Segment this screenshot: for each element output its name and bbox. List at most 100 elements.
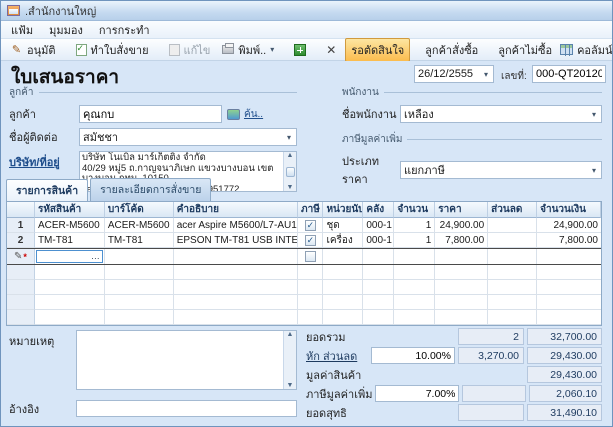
table-row: 2 TM-T81 TM-T81 EPSON TM-T81 USB INTERF.… <box>7 233 601 248</box>
grid-new-row: ✎ * … <box>7 248 601 265</box>
note-scrollbar[interactable]: ▲ ▼ <box>283 331 296 389</box>
tax-checkbox[interactable] <box>305 251 316 262</box>
product-code-input[interactable]: … <box>36 250 103 263</box>
customer-name-input[interactable] <box>79 105 222 123</box>
tab-sales-detail[interactable]: รายละเอียดการสั่งขาย <box>90 178 211 201</box>
columns-button[interactable]: ลูกค้าไม่ซื้อ คอลัมน์ ▾ <box>493 39 613 61</box>
grand-total-label: ยอดรวม <box>306 328 368 346</box>
make-sales-order-button[interactable]: ทำใบสั่งขาย <box>71 39 154 61</box>
cell-barcode[interactable]: TM-T81 <box>105 233 174 248</box>
menu-view[interactable]: มุมมอง <box>41 19 91 41</box>
employee-name-select[interactable]: เหลือง ▾ <box>400 105 602 123</box>
document-number-input[interactable] <box>532 65 606 83</box>
cell-warehouse[interactable]: 000-1 <box>363 233 394 248</box>
cell-unit[interactable] <box>323 249 363 264</box>
lookup-ellipsis-button[interactable]: … <box>89 252 102 261</box>
cell-description[interactable]: EPSON TM-T81 USB INTERF... <box>174 233 299 248</box>
col-barcode[interactable]: บาร์โค้ด <box>105 202 174 218</box>
price-type-select[interactable]: แยกภาษี ▾ <box>400 161 602 179</box>
cell-qty[interactable] <box>394 249 435 264</box>
discount-row: หัก ส่วนลด 3,270.00 29,430.00 <box>306 347 602 364</box>
edit-pencil-icon: ✎ <box>14 251 22 262</box>
cell-description[interactable]: acer Aspire M5600/L7-AU1L <box>174 218 299 233</box>
scroll-down-icon[interactable]: ▼ <box>287 382 294 389</box>
goods-value-box: 29,430.00 <box>527 366 602 383</box>
cell-qty[interactable]: 1 <box>394 233 435 248</box>
cell-tax <box>298 249 323 264</box>
cell-product-code[interactable]: TM-T81 <box>35 233 105 248</box>
row-number[interactable]: 2 <box>7 233 35 248</box>
customer-search-link[interactable]: ค้น.. <box>244 107 263 122</box>
contact-select[interactable]: สมัชชา ▾ <box>79 128 297 146</box>
col-unit[interactable]: หน่วยนับ <box>323 202 363 218</box>
customer-lookup-icon[interactable] <box>227 109 240 120</box>
tax-checkbox[interactable] <box>305 235 316 246</box>
cell-discount[interactable] <box>488 218 537 233</box>
close-icon: ✕ <box>326 43 336 57</box>
company-address-link[interactable]: บริษัท/ที่อยู่ <box>9 151 79 171</box>
print-button[interactable]: พิมพ์.. ▾ <box>217 39 279 61</box>
cell-price[interactable]: 24,900.00 <box>435 218 488 233</box>
col-warehouse[interactable]: คลัง <box>363 202 394 218</box>
cell-barcode[interactable] <box>105 249 174 264</box>
vat-percent-input[interactable] <box>375 385 459 402</box>
col-description[interactable]: คำอธิบาย <box>174 202 299 218</box>
group-divider <box>407 139 602 140</box>
col-price[interactable]: ราคา <box>435 202 488 218</box>
address-scrollbar[interactable]: ▲ ▼ <box>283 152 296 191</box>
cell-barcode[interactable]: ACER-M5600 <box>105 218 174 233</box>
cell-product-code-edit: … <box>35 249 105 264</box>
cell-discount[interactable] <box>488 249 537 264</box>
customer-ordered-button[interactable]: ลูกค้าสั่งซื้อ <box>420 39 483 61</box>
reference-label: อ้างอิง <box>9 398 76 418</box>
scrollbar-thumb[interactable] <box>286 167 295 177</box>
col-discount[interactable]: ส่วนลด <box>488 202 537 218</box>
close-button[interactable]: ✕ <box>321 41 341 59</box>
cell-product-code[interactable]: ACER-M5600 <box>35 218 105 233</box>
document-date-picker[interactable]: 26/12/2555 ▾ <box>414 65 494 83</box>
sales-order-doc-icon <box>76 44 87 56</box>
scroll-up-icon[interactable]: ▲ <box>287 152 294 159</box>
vat-row: ภาษีมูลค่าเพิ่ม 2,060.10 <box>306 385 602 402</box>
net-total-label: ยอดสุทธิ <box>306 404 368 422</box>
customer-not-buy-button[interactable]: ลูกค้าไม่ซื้อ <box>498 41 552 59</box>
cell-price[interactable]: 7,800.00 <box>435 233 488 248</box>
employee-group: พนักงาน ชื่อพนักงาน เหลือง ▾ ภาษีมูลค่าเ… <box>306 85 602 188</box>
scroll-up-icon[interactable]: ▲ <box>287 331 294 338</box>
cell-amount[interactable]: 7,800.00 <box>537 233 601 248</box>
chevron-down-icon: ▾ <box>482 70 490 79</box>
cell-qty[interactable]: 1 <box>394 218 435 233</box>
tab-product-list[interactable]: รายการสินค้า <box>6 179 88 202</box>
cell-discount[interactable] <box>488 233 537 248</box>
total-row: ยอดรวม 2 32,700.00 <box>306 328 602 345</box>
status-waiting-button[interactable]: รอตัดสินใจ <box>345 38 410 62</box>
col-qty[interactable]: จำนวน <box>394 202 435 218</box>
cell-warehouse[interactable]: 000-1 <box>363 218 394 233</box>
cell-price[interactable] <box>435 249 488 264</box>
approve-button[interactable]: ✎ อนุมัติ <box>5 39 61 61</box>
cell-warehouse[interactable] <box>363 249 394 264</box>
scroll-down-icon[interactable]: ▼ <box>287 184 294 191</box>
cell-amount[interactable] <box>537 249 601 264</box>
menu-action[interactable]: การกระทำ <box>91 19 158 41</box>
discount-link[interactable]: หัก ส่วนลด <box>306 347 368 365</box>
tax-checkbox[interactable] <box>305 220 316 231</box>
cell-unit[interactable]: ชุด <box>323 218 363 233</box>
discount-percent-input[interactable] <box>371 347 455 364</box>
cell-description[interactable] <box>174 249 299 264</box>
menu-file[interactable]: แฟ้ม <box>3 19 41 41</box>
form-content: ใบเสนอราคา 26/12/2555 ▾ เลขที่: ลูกค้า ล… <box>1 61 612 427</box>
col-tax[interactable]: ภาษี <box>298 202 323 218</box>
note-textarea[interactable] <box>77 331 283 389</box>
reference-input[interactable] <box>76 400 297 417</box>
export-excel-button[interactable] <box>289 42 311 58</box>
col-amount[interactable]: จำนวนเงิน <box>537 202 601 218</box>
row-number[interactable]: 1 <box>7 218 35 233</box>
cell-amount[interactable]: 24,900.00 <box>537 218 601 233</box>
line-items-grid: รหัสสินค้า บาร์โค้ด คำอธิบาย ภาษี หน่วยน… <box>6 201 602 326</box>
tab-strip: รายการสินค้า รายละเอียดการสั่งขาย <box>6 182 213 201</box>
cell-unit[interactable]: เครื่อง <box>323 233 363 248</box>
group-divider <box>39 92 298 93</box>
edit-doc-icon <box>169 44 180 56</box>
col-product-code[interactable]: รหัสสินค้า <box>35 202 105 218</box>
